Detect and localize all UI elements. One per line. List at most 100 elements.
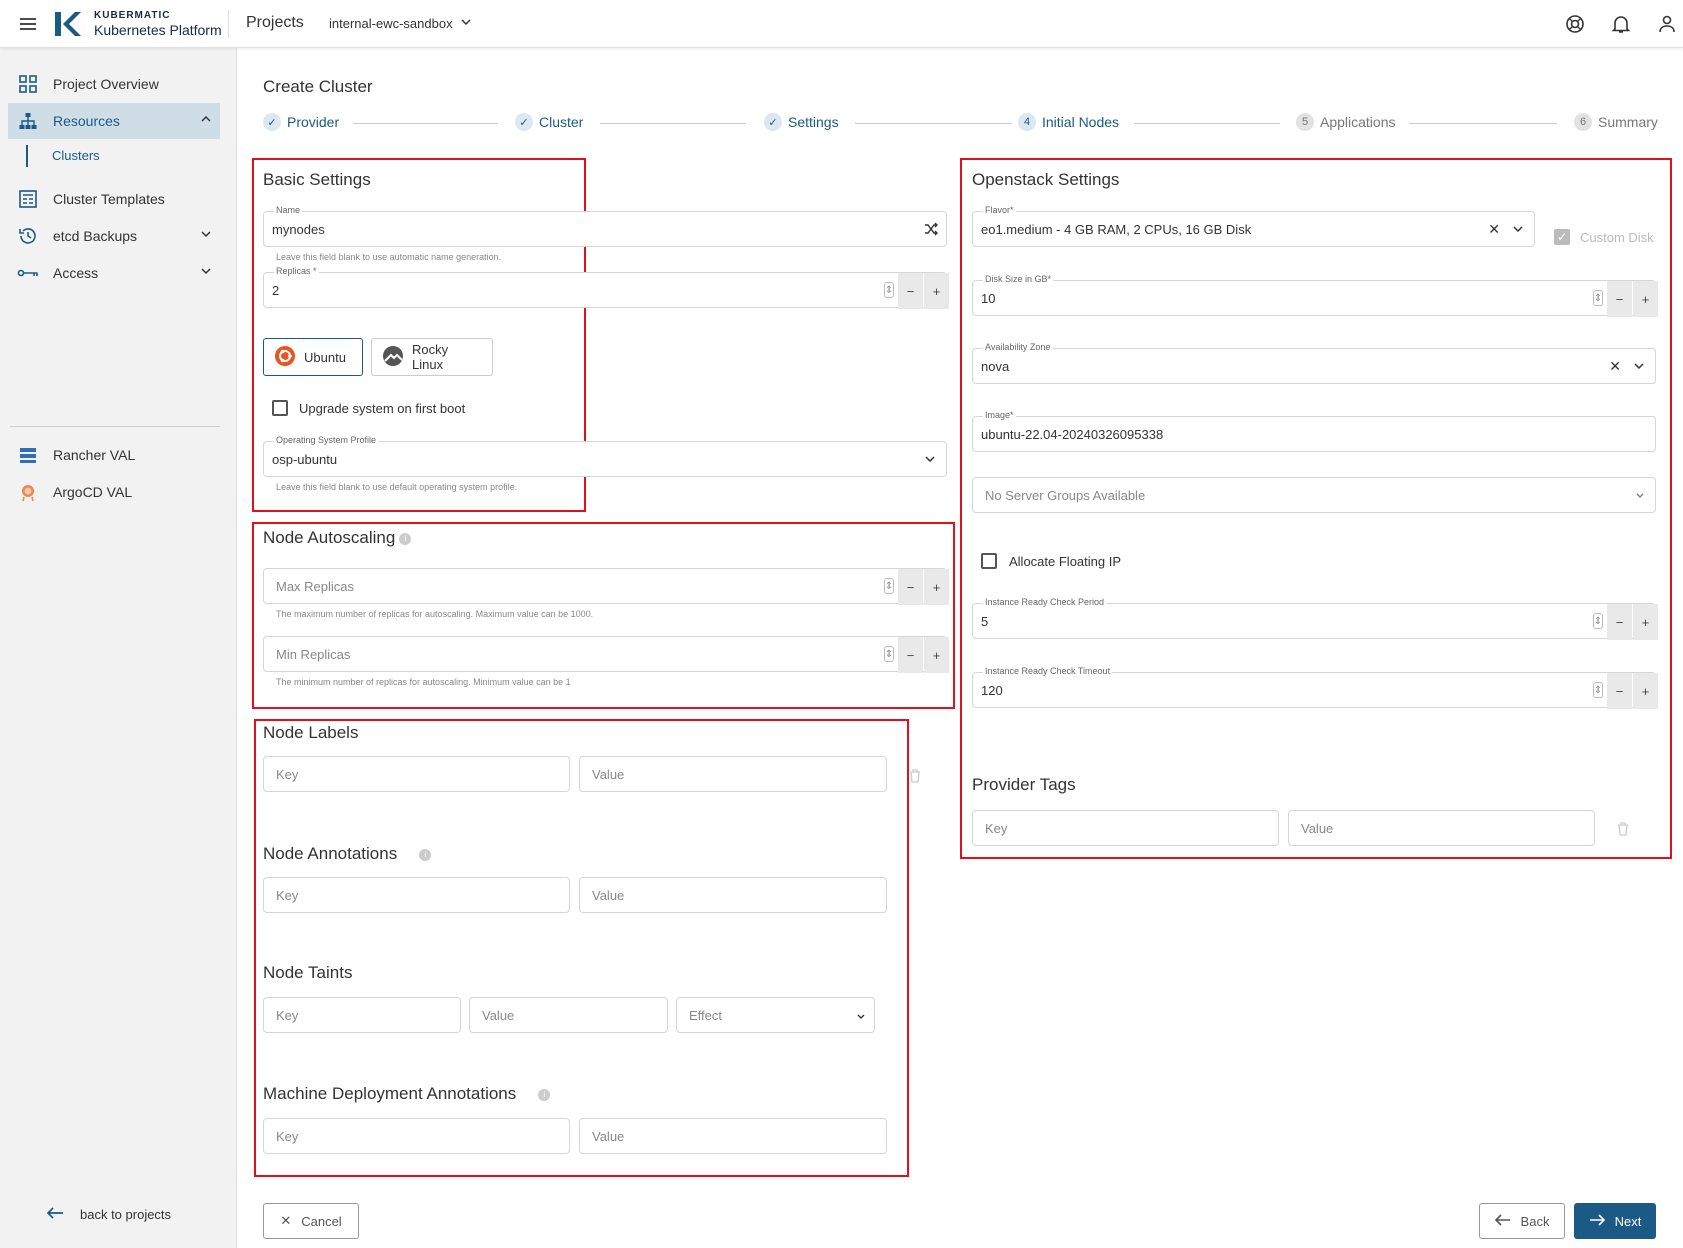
openstack-settings-title: Openstack Settings (972, 170, 1120, 189)
user-icon[interactable] (1655, 12, 1679, 36)
arrow-left-icon (1494, 1213, 1511, 1229)
sidebar-item-rancher-val[interactable]: Rancher VAL (8, 437, 220, 473)
sidebar-item-argocd-val[interactable]: ArgoCD VAL (8, 474, 220, 510)
spinner-icon[interactable]: ⇕ (884, 282, 894, 298)
info-icon[interactable]: i (538, 1088, 551, 1101)
chevron-down-icon[interactable] (1633, 360, 1645, 375)
decrement-button[interactable]: − (1607, 281, 1632, 317)
field-label: Operating System Profile (274, 435, 379, 445)
spinner-icon[interactable]: ⇕ (1593, 682, 1603, 698)
chevron-down-icon[interactable] (856, 1012, 866, 1025)
floating-ip-checkbox[interactable] (981, 553, 997, 569)
provider-tags-title: Provider Tags (972, 775, 1076, 794)
provider-tag-value-input[interactable]: Value (1288, 810, 1595, 846)
server-groups-select[interactable]: No Server Groups Available (972, 477, 1656, 513)
node-autoscaling-title: Node Autoscaling i (263, 528, 412, 548)
step-summary[interactable]: 6 Summary (1574, 113, 1658, 131)
node-label-key-input[interactable]: Key (263, 756, 570, 792)
field-value: 5 (981, 614, 989, 629)
info-icon[interactable]: i (419, 848, 432, 861)
sidebar-item-etcd-backups[interactable]: etcd Backups (8, 218, 220, 254)
clear-icon[interactable]: ✕ (1609, 358, 1621, 375)
step-initial-nodes[interactable]: 4 Initial Nodes (1018, 113, 1119, 131)
project-selector[interactable]: internal-ewc-sandbox (329, 16, 453, 31)
min-replicas-field[interactable]: Min Replicas ⇕ − + (263, 636, 949, 673)
sidebar-item-project-overview[interactable]: Project Overview (8, 66, 220, 102)
md-annotation-value-input[interactable]: Value (579, 1118, 887, 1154)
node-label-value-input[interactable]: Value (579, 756, 887, 792)
shuffle-icon[interactable] (924, 222, 938, 241)
increment-button[interactable]: + (924, 273, 949, 309)
node-annotation-key-input[interactable]: Key (263, 877, 570, 913)
replicas-field[interactable]: Replicas * 2 ⇕ − + (263, 266, 949, 309)
projects-link[interactable]: Projects (246, 14, 304, 32)
provider-tag-key-input[interactable]: Key (972, 810, 1279, 846)
step-provider[interactable]: ✓ Provider (263, 113, 339, 131)
disk-size-field[interactable]: Disk Size in GB* 10 ⇕ − + (972, 274, 1658, 317)
chevron-down-icon[interactable] (1635, 491, 1645, 504)
menu-icon[interactable] (16, 12, 40, 36)
help-icon[interactable] (1563, 12, 1587, 36)
chevron-down-icon[interactable] (200, 265, 212, 280)
chevron-up-icon[interactable] (200, 113, 212, 128)
section-title-text: Node Annotations (263, 844, 398, 863)
increment-button[interactable]: + (1633, 604, 1658, 640)
button-label: Cancel (301, 1213, 342, 1229)
sidebar-item-access[interactable]: Access (8, 255, 220, 291)
step-applications[interactable]: 5 Applications (1296, 113, 1396, 131)
cancel-button[interactable]: ✕ Cancel (263, 1203, 359, 1239)
decrement-button[interactable]: − (898, 569, 923, 605)
os-profile-select[interactable]: Operating System Profile osp-ubuntu (263, 435, 947, 477)
step-cluster[interactable]: ✓ Cluster (515, 113, 583, 131)
chevron-down-icon[interactable] (924, 453, 936, 468)
key-icon (17, 262, 39, 284)
spinner-icon[interactable]: ⇕ (884, 578, 894, 594)
max-replicas-field[interactable]: Max Replicas ⇕ − + (263, 568, 949, 605)
ready-check-period-field[interactable]: Instance Ready Check Period 5 ⇕ − + (972, 597, 1658, 640)
flavor-select[interactable]: Flavor* eo1.medium - 4 GB RAM, 2 CPUs, 1… (972, 205, 1535, 247)
field-label: Flavor* (983, 205, 1016, 215)
increment-button[interactable]: + (1633, 281, 1658, 317)
upgrade-on-boot-checkbox[interactable] (272, 400, 288, 416)
clear-icon[interactable]: ✕ (1488, 221, 1500, 238)
chevron-down-icon[interactable] (460, 16, 472, 31)
chevron-down-icon[interactable] (1512, 223, 1524, 238)
info-icon[interactable]: i (399, 532, 412, 545)
node-taint-key-input[interactable]: Key (263, 997, 461, 1033)
decrement-button[interactable]: − (1607, 673, 1632, 709)
node-annotation-value-input[interactable]: Value (579, 877, 887, 913)
back-to-projects-link[interactable]: back to projects (46, 1206, 171, 1223)
kubermatic-logo-icon[interactable] (53, 10, 83, 38)
md-annotation-key-input[interactable]: Key (263, 1118, 570, 1154)
decrement-button[interactable]: − (1607, 604, 1632, 640)
availability-zone-select[interactable]: Availability Zone nova ✕ (972, 342, 1656, 384)
sidebar-item-resources[interactable]: Resources (8, 103, 220, 139)
chevron-down-icon[interactable] (200, 228, 212, 243)
field-placeholder: Value (592, 888, 625, 903)
bell-icon[interactable] (1609, 12, 1633, 36)
sidebar-item-clusters[interactable]: Clusters (26, 145, 100, 167)
trash-icon[interactable] (909, 769, 921, 783)
node-taint-value-input[interactable]: Value (469, 997, 668, 1033)
node-taint-effect-select[interactable]: Effect (676, 997, 875, 1033)
step-settings[interactable]: ✓ Settings (764, 113, 839, 131)
increment-button[interactable]: + (924, 637, 949, 673)
decrement-button[interactable]: − (898, 637, 923, 673)
os-rocky-linux-button[interactable]: Rocky Linux (371, 338, 493, 376)
trash-icon[interactable] (1617, 822, 1629, 836)
spinner-icon[interactable]: ⇕ (1593, 290, 1603, 306)
next-button[interactable]: Next (1574, 1203, 1656, 1239)
increment-button[interactable]: + (924, 569, 949, 605)
button-label: Back (1520, 1213, 1550, 1229)
back-button[interactable]: Back (1479, 1203, 1565, 1239)
increment-button[interactable]: + (1633, 673, 1658, 709)
decrement-button[interactable]: − (898, 273, 923, 309)
custom-disk-checkbox[interactable]: ✓ (1554, 229, 1570, 245)
ready-check-timeout-field[interactable]: Instance Ready Check Timeout 120 ⇕ − + (972, 666, 1658, 709)
spinner-icon[interactable]: ⇕ (884, 646, 894, 662)
spinner-icon[interactable]: ⇕ (1593, 613, 1603, 629)
sidebar-item-cluster-templates[interactable]: Cluster Templates (8, 181, 220, 217)
name-field[interactable]: Name mynodes (263, 205, 947, 247)
image-field[interactable]: Image* ubuntu-22.04-20240326095338 (972, 410, 1656, 452)
os-ubuntu-button[interactable]: Ubuntu (263, 338, 363, 376)
